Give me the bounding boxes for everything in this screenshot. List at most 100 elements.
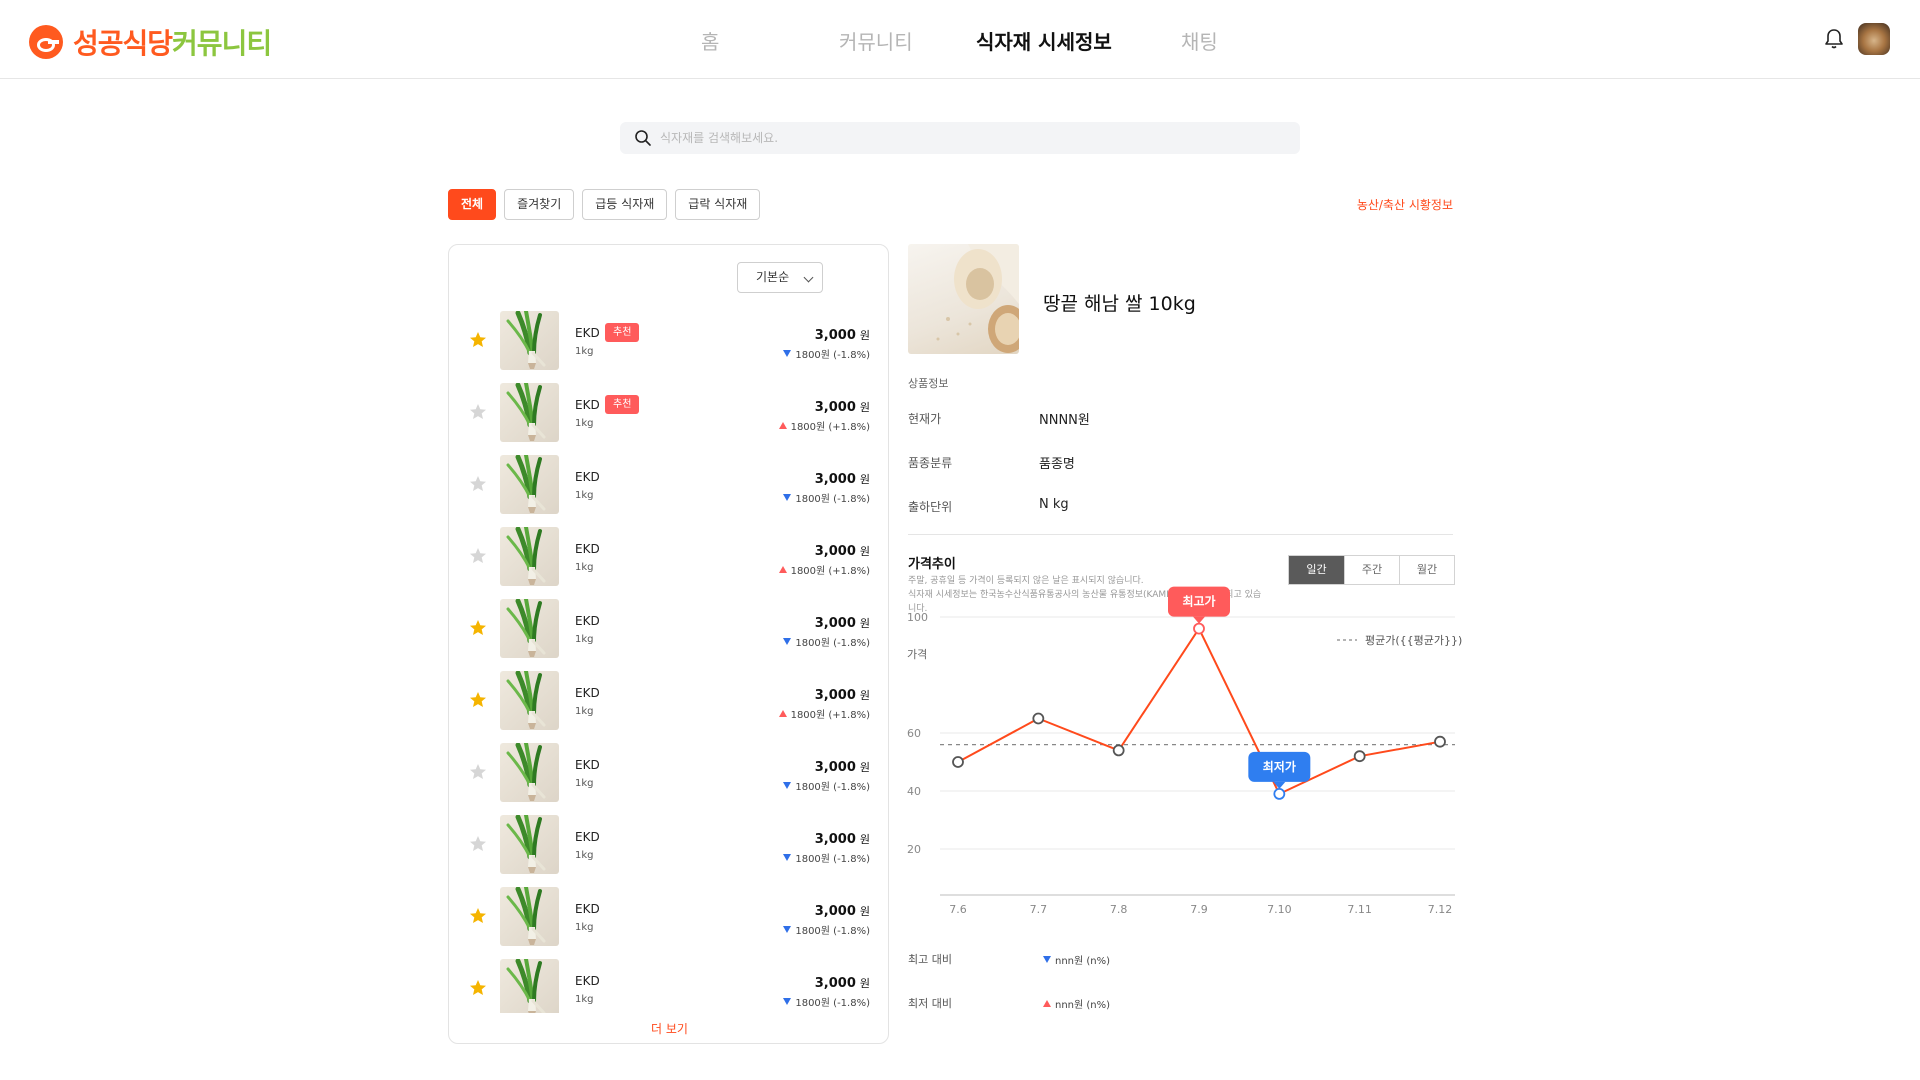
list-item[interactable]: EKD 추천 1kg 3,000 원 1800원 (+1.8%) (449, 383, 888, 455)
item-thumbnail (500, 815, 559, 874)
sort-dropdown[interactable]: 기본순 (737, 262, 823, 293)
list-item[interactable]: EKD 1kg 3,000 원 1800원 (+1.8%) (449, 527, 888, 599)
bell-icon[interactable] (1824, 28, 1844, 50)
list-item[interactable]: EKD 1kg 3,000 원 1800원 (-1.8%) (449, 455, 888, 527)
item-thumbnail (500, 383, 559, 442)
data-point (1273, 788, 1286, 800)
filter-all[interactable]: 전체 (448, 189, 497, 220)
item-price-value: 3,000 (814, 976, 856, 991)
divider (908, 534, 1453, 535)
item-price-change-text: 1800원 (-1.8%) (795, 854, 870, 865)
item-price-currency: 원 (859, 761, 870, 774)
market-info-link[interactable]: 농산/축산 시황정보 (1357, 196, 1453, 213)
item-price-change: 1800원 (-1.8%) (783, 490, 870, 505)
item-name: EKD (575, 470, 600, 484)
down-triangle-icon (783, 638, 792, 645)
item-price: 3,000 원 (815, 903, 870, 919)
top-header: 성공식당커뮤니티 홈 커뮤니티 식자재 시세정보 채팅 (0, 0, 1920, 79)
y-tick-label: 100 (907, 611, 928, 624)
filter-chips: 전체 즐겨찾기 급등 식자재 급락 식자재 (448, 189, 761, 220)
filter-favorites[interactable]: 즐겨찾기 (504, 189, 575, 220)
price-trend-chart: 가격 20 40 60 100 7.6 7.7 7.8 7.9 7.10 7.11 7.12 평균가({… (907, 586, 1462, 916)
x-tick-label: 7.11 (1347, 903, 1372, 916)
data-point (1434, 735, 1446, 748)
item-price-value: 3,000 (814, 400, 856, 415)
up-triangle-icon (778, 710, 787, 717)
star-icon[interactable] (469, 763, 487, 781)
item-thumbnail (500, 959, 559, 1013)
data-point (1112, 744, 1125, 757)
x-tick-label: 7.8 (1110, 903, 1128, 916)
nav-ingredient-prices[interactable]: 식자재 시세정보 (976, 26, 1112, 55)
recommended-badge: 추천 (605, 323, 640, 342)
item-price: 3,000 원 (815, 687, 870, 703)
item-unit: 1kg (575, 850, 594, 861)
item-price: 3,000 원 (815, 399, 870, 415)
item-name: EKD (575, 902, 600, 916)
more-button[interactable]: 더 보기 (449, 1020, 888, 1037)
item-unit: 1kg (575, 418, 594, 429)
product-info-heading: 상품정보 (908, 377, 949, 390)
list-item[interactable]: EKD 1kg 3,000 원 1800원 (-1.8%) (449, 743, 888, 815)
x-tick-label: 7.7 (1030, 903, 1048, 916)
star-icon[interactable] (469, 907, 487, 925)
period-daily[interactable]: 일간 (1289, 556, 1344, 584)
logo-main-text: 성공식당 (73, 27, 173, 60)
nav-community[interactable]: 커뮤니티 (839, 26, 913, 55)
item-price-value: 3,000 (814, 472, 856, 487)
star-icon[interactable] (469, 475, 487, 493)
green-onion-illustration (506, 743, 546, 801)
logo-mark-icon (29, 25, 63, 59)
item-price: 3,000 원 (815, 327, 870, 343)
item-price-currency: 원 (859, 905, 870, 918)
green-onion-illustration (506, 455, 546, 513)
star-icon[interactable] (469, 835, 487, 853)
item-price-change: 1800원 (-1.8%) (783, 346, 870, 361)
filter-surging[interactable]: 급등 식자재 (582, 189, 668, 220)
logo[interactable]: 성공식당커뮤니티 (29, 22, 272, 62)
vs-low-value-text: nnn원 (n%) (1055, 1000, 1111, 1011)
item-price-change-text: 1800원 (-1.8%) (795, 998, 870, 1009)
list-item[interactable]: EKD 1kg 3,000 원 1800원 (+1.8%) (449, 671, 888, 743)
star-icon[interactable] (469, 979, 487, 997)
data-point (1353, 750, 1366, 763)
star-icon[interactable] (469, 547, 487, 565)
item-thumbnail (500, 743, 559, 802)
series-line (957, 627, 1441, 795)
price-trend-title: 가격추이 (908, 557, 956, 572)
list-item[interactable]: EKD 1kg 3,000 원 1800원 (-1.8%) (449, 959, 888, 1013)
vs-high-value: nnn원 (n%) (1043, 952, 1110, 967)
list-item[interactable]: EKD 1kg 3,000 원 1800원 (-1.8%) (449, 815, 888, 887)
star-icon[interactable] (469, 403, 487, 421)
list-item[interactable]: EKD 1kg 3,000 원 1800원 (-1.8%) (449, 599, 888, 671)
period-monthly[interactable]: 월간 (1399, 556, 1454, 584)
filter-plunging[interactable]: 급락 식자재 (675, 189, 761, 220)
item-name: EKD (575, 686, 600, 700)
item-price-currency: 원 (859, 977, 870, 990)
nav-home[interactable]: 홈 (701, 26, 719, 55)
item-price-change: 1800원 (-1.8%) (783, 634, 870, 649)
period-weekly[interactable]: 주간 (1344, 556, 1399, 584)
item-unit: 1kg (575, 778, 594, 789)
y-tick-label: 20 (907, 843, 921, 856)
search-input[interactable] (660, 131, 1260, 145)
item-thumbnail (500, 311, 559, 370)
search-bar[interactable] (620, 122, 1300, 154)
item-price: 3,000 원 (815, 471, 870, 487)
item-price-currency: 원 (859, 545, 870, 558)
list-item[interactable]: EKD 추천 1kg 3,000 원 1800원 (-1.8%) (449, 311, 888, 383)
current-price-value: NNNN원 (1039, 413, 1090, 428)
star-icon[interactable] (469, 619, 487, 637)
item-thumbnail (500, 599, 559, 658)
item-price-change: 1800원 (+1.8%) (778, 562, 870, 577)
star-icon[interactable] (469, 331, 487, 349)
avatar[interactable] (1858, 23, 1890, 55)
up-triangle-icon (778, 566, 787, 573)
period-toggle: 일간 주간 월간 (1288, 555, 1455, 585)
down-triangle-icon (783, 926, 792, 933)
star-icon[interactable] (469, 691, 487, 709)
data-point (1193, 622, 1205, 635)
nav-chat[interactable]: 채팅 (1181, 26, 1218, 55)
list-item[interactable]: EKD 1kg 3,000 원 1800원 (-1.8%) (449, 887, 888, 959)
item-name: EKD (575, 830, 600, 844)
